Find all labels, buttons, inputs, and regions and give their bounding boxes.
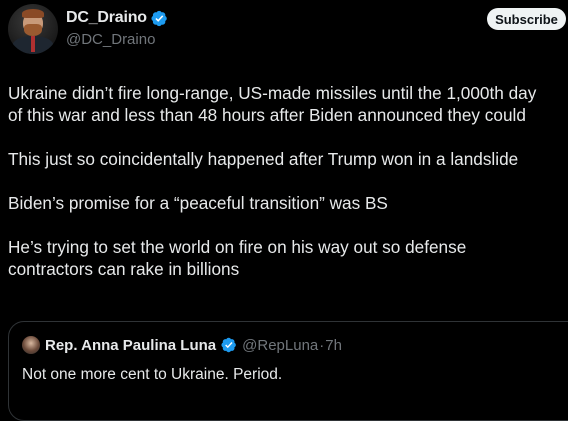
avatar-tie [31,36,35,52]
quoted-tweet-separator: · [319,336,325,354]
tweet-paragraph: He’s trying to set the world on fire on … [8,237,467,279]
quoted-tweet-header: Rep. Anna Paulina Luna @RepLuna · 7h [22,336,342,354]
verified-badge-icon [221,337,236,353]
quoted-tweet-time[interactable]: 7h [325,337,342,354]
quoted-author-name[interactable]: Rep. Anna Paulina Luna [45,337,216,354]
avatar-beard [24,24,42,36]
avatar-hair [22,9,44,18]
author-display-name[interactable]: DC_Draino [66,9,147,27]
author-handle[interactable]: @DC_Draino [66,31,155,48]
tweet-paragraph: Ukraine didn’t fire long-range, US-made … [8,83,537,125]
author-name-row: DC_Draino [66,9,168,27]
author-avatar[interactable] [8,4,58,54]
verified-badge-icon [151,10,167,26]
quoted-tweet-card[interactable]: Rep. Anna Paulina Luna @RepLuna · 7h Not o… [8,321,568,421]
quoted-author-avatar[interactable] [22,336,40,354]
tweet-paragraph: This just so coincidentally happened aft… [8,149,519,169]
tweet-body: Ukraine didn’t fire long-range, US-made … [8,82,568,280]
subscribe-button[interactable]: Subscribe [487,8,566,30]
tweet-paragraph: Biden’s promise for a “peaceful transiti… [8,193,388,213]
quoted-tweet-text: Not one more cent to Ukraine. Period. [22,366,283,383]
quoted-author-handle[interactable]: @RepLuna [242,337,318,354]
